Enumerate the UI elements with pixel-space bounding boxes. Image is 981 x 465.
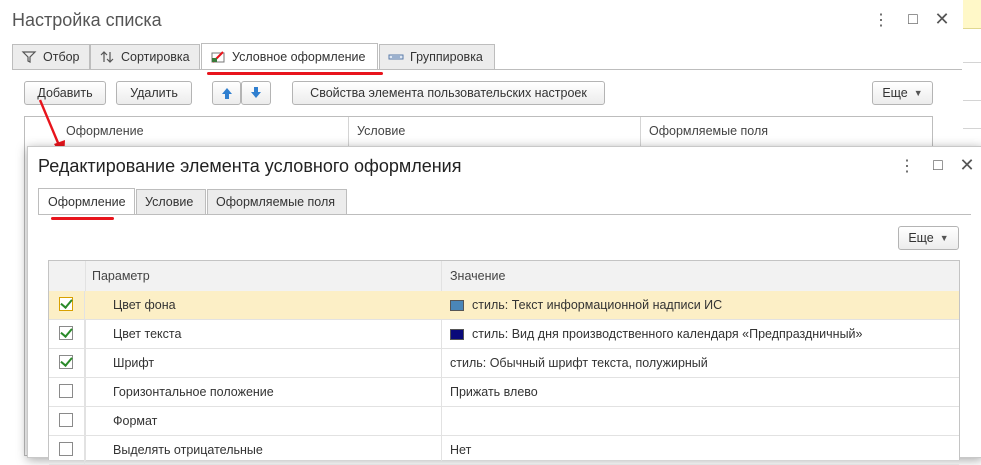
value-text: стиль: Вид дня производственного календа…	[472, 327, 863, 341]
parameter-name: Цвет текста	[113, 327, 182, 341]
value-text: Прижать влево	[450, 385, 538, 399]
more-button[interactable]: Еще ▼	[898, 226, 959, 250]
more-label: Еще	[908, 231, 934, 245]
color-swatch	[450, 299, 464, 311]
table-header: Параметр Значение	[49, 261, 959, 292]
parameter-name: Формат	[113, 414, 158, 428]
column-header-value: Значение	[450, 269, 506, 283]
table-row[interactable]: Шрифт стиль: Обычный шрифт текста, полуж…	[49, 349, 959, 378]
parameter-name: Выделять отрицательные	[113, 443, 263, 457]
checkbox-cell	[49, 436, 85, 464]
column-header-parameter: Параметр	[92, 269, 150, 283]
conditional-format-icon	[210, 50, 226, 64]
table-row[interactable]: Цвет фона стиль: Текст информационной на…	[49, 291, 959, 320]
filter-icon	[21, 50, 37, 64]
checkbox-cell	[49, 291, 85, 319]
sort-icon	[99, 50, 115, 64]
table-row[interactable]: Горизонтальное положение Прижать влево	[49, 378, 959, 407]
column-header-condition: Условие	[357, 124, 406, 138]
highlight-underline	[207, 72, 383, 75]
checkbox-cell	[49, 349, 85, 377]
tab-grouping[interactable]: Группировка	[379, 44, 495, 69]
tab-divider	[38, 214, 971, 215]
delete-button[interactable]: Удалить	[116, 81, 192, 105]
tab-label: Отбор	[43, 50, 80, 64]
tab-conditional-format[interactable]: Условное оформление	[201, 43, 378, 70]
tab-formatting[interactable]: Оформление	[38, 188, 135, 215]
move-down-button[interactable]	[241, 81, 271, 105]
enabled-checkbox[interactable]	[59, 355, 73, 369]
more-label: Еще	[882, 86, 908, 100]
item-properties-button[interactable]: Свойства элемента пользовательских настр…	[292, 81, 605, 105]
parameter-value[interactable]: стиль: Текст информационной надписи ИС	[450, 298, 722, 312]
chevron-down-icon: ▼	[913, 88, 923, 98]
background-window-header	[963, 0, 981, 29]
value-text: Нет	[450, 443, 472, 457]
maximize-icon[interactable]: □	[904, 12, 922, 28]
color-swatch	[450, 328, 464, 340]
enabled-checkbox[interactable]	[59, 326, 73, 340]
enabled-checkbox[interactable]	[59, 413, 73, 427]
value-text: стиль: Текст информационной надписи ИС	[472, 298, 723, 312]
parameter-value[interactable]: Прижать влево	[450, 385, 538, 399]
value-text: стиль: Обычный шрифт текста, полужирный	[450, 356, 708, 370]
table-row[interactable]: Формат	[49, 407, 959, 436]
tab-label: Сортировка	[121, 50, 190, 64]
divider	[963, 62, 981, 63]
arrow-down-icon	[251, 87, 261, 98]
enabled-checkbox[interactable]	[59, 297, 73, 311]
table-row[interactable]: Цвет текста стиль: Вид дня производствен…	[49, 320, 959, 349]
divider	[963, 128, 981, 129]
tab-label: Группировка	[410, 50, 483, 64]
move-up-button[interactable]	[212, 81, 241, 105]
tab-filter[interactable]: Отбор	[12, 44, 90, 69]
column-separator	[348, 117, 349, 147]
dialog-title: Редактирование элемента условного оформл…	[38, 156, 462, 176]
parameter-value[interactable]: стиль: Вид дня производственного календа…	[450, 327, 863, 341]
enabled-checkbox[interactable]	[59, 384, 73, 398]
parameter-value[interactable]: стиль: Обычный шрифт текста, полужирный	[450, 356, 708, 370]
column-header-format: Оформление	[66, 124, 144, 138]
parameter-name: Шрифт	[113, 356, 155, 370]
more-menu-icon[interactable]: ⋮	[898, 159, 916, 175]
parameter-name: Цвет фона	[113, 298, 176, 312]
divider	[963, 100, 981, 101]
parameter-name: Горизонтальное положение	[113, 385, 274, 399]
enabled-checkbox[interactable]	[59, 442, 73, 456]
maximize-icon[interactable]: □	[929, 158, 947, 174]
arrow-up-icon	[221, 88, 232, 99]
window-title: Настройка списка	[12, 10, 162, 30]
checkbox-cell	[49, 320, 85, 348]
tab-label: Условное оформление	[232, 50, 366, 64]
tab-condition[interactable]: Условие	[136, 189, 206, 214]
close-icon[interactable]: ✕	[933, 10, 951, 28]
more-button[interactable]: Еще ▼	[872, 81, 933, 105]
table-row[interactable]: Выделять отрицательные Нет	[49, 436, 959, 465]
grouping-icon	[388, 50, 404, 64]
column-header-fields: Оформляемые поля	[649, 124, 769, 138]
appearance-table: Параметр Значение Цвет фона стиль: Текст…	[48, 260, 960, 465]
checkbox-cell	[49, 407, 85, 435]
checkbox-cell	[49, 378, 85, 406]
close-icon[interactable]: ✕	[958, 156, 976, 174]
more-menu-icon[interactable]: ⋮	[872, 13, 890, 29]
tab-sort[interactable]: Сортировка	[90, 44, 200, 69]
tab-divider	[12, 69, 962, 70]
tab-formatted-fields[interactable]: Оформляемые поля	[207, 189, 347, 214]
highlight-underline	[51, 217, 114, 220]
edit-conditional-format-dialog: Редактирование элемента условного оформл…	[27, 146, 981, 465]
chevron-down-icon: ▼	[939, 233, 949, 243]
column-separator	[640, 117, 641, 147]
parameter-value[interactable]: Нет	[450, 443, 471, 457]
